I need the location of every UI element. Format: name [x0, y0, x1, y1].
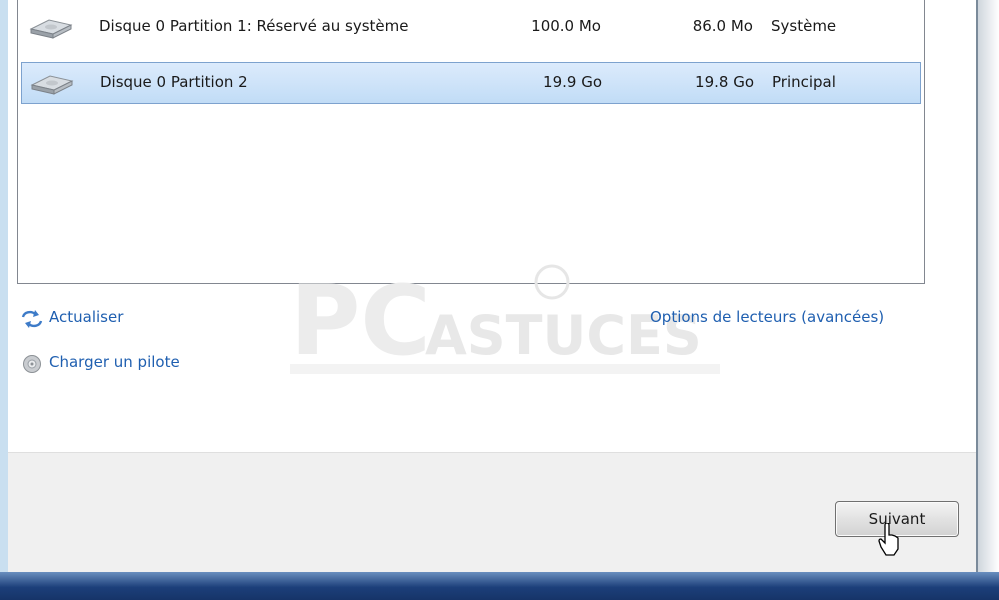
- partition-type: Système: [771, 17, 837, 35]
- refresh-icon: [21, 310, 43, 328]
- refresh-link[interactable]: Actualiser: [20, 308, 124, 328]
- partition-free-space: 86.0 Mo: [692, 17, 753, 35]
- partition-total-size: 100.0 Mo: [531, 17, 601, 35]
- mouse-pointer-icon: [878, 523, 899, 556]
- partition-type: Principal: [772, 73, 836, 91]
- partition-row-partition-2[interactable]: Disque 0 Partition 2 19.9 Go 19.8 Go Pri…: [21, 62, 921, 104]
- drive-options-link-label: Options de lecteurs (avancées): [650, 308, 885, 326]
- partition-name: Disque 0 Partition 1: Réservé au système: [99, 17, 409, 35]
- window-left-border: [0, 0, 8, 572]
- button-bar: [8, 452, 976, 573]
- partition-total-size: 19.9 Go: [543, 73, 602, 91]
- drive-options-link[interactable]: Options de lecteurs (avancées): [650, 308, 884, 326]
- partition-name: Disque 0 Partition 2: [100, 73, 248, 91]
- hard-disk-icon: [30, 75, 74, 95]
- watermark-pc: PC: [290, 265, 431, 377]
- partition-row-system-reserved[interactable]: Disque 0 Partition 1: Réservé au système…: [21, 7, 921, 49]
- load-driver-link-label: Charger un pilote: [49, 353, 180, 371]
- partition-list[interactable]: Disque 0 Partition 1: Réservé au système…: [17, 0, 925, 284]
- window-right-shadow: [978, 0, 999, 572]
- driver-disc-icon: [23, 355, 41, 373]
- taskbar: [0, 572, 999, 600]
- load-driver-link[interactable]: Charger un pilote: [22, 353, 180, 373]
- refresh-link-label: Actualiser: [49, 308, 124, 326]
- hard-disk-icon: [29, 19, 73, 39]
- partition-free-space: 19.8 Go: [695, 73, 754, 91]
- setup-window: Disque 0 Partition 1: Réservé au système…: [0, 0, 978, 573]
